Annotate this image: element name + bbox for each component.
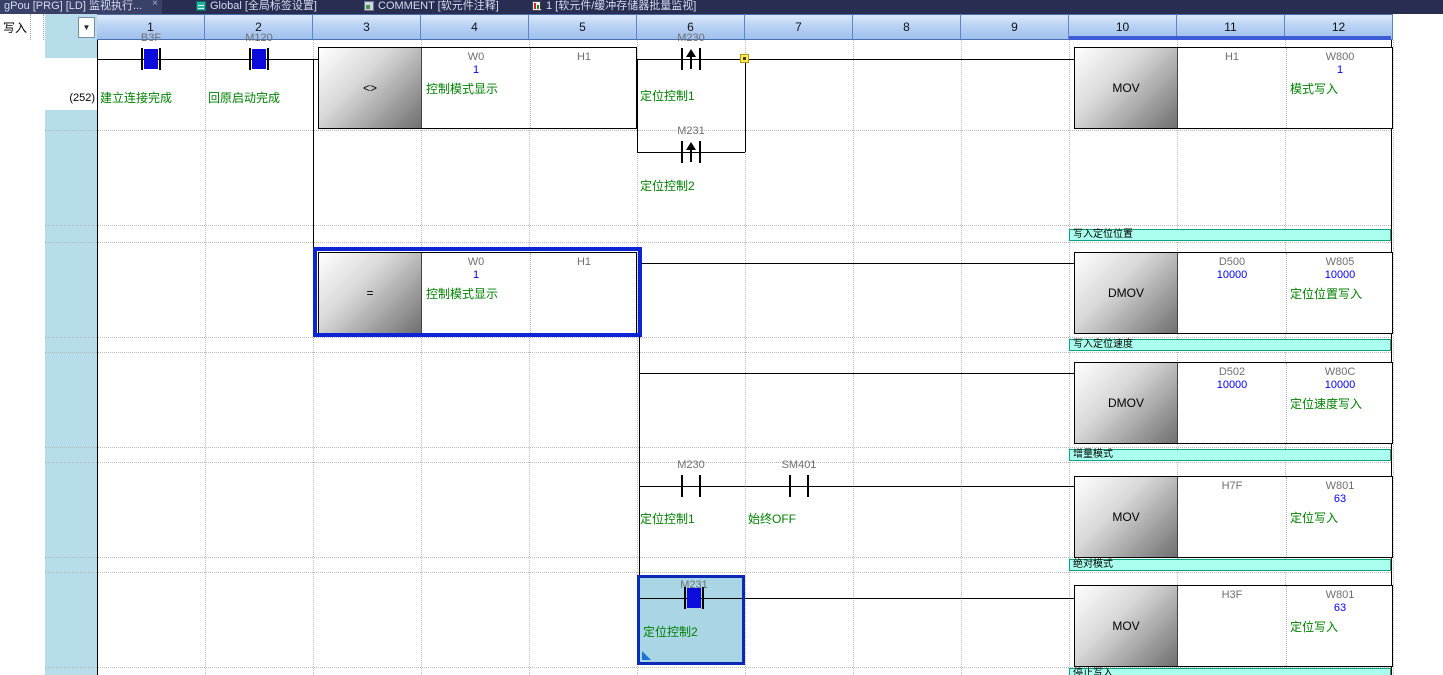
dmov-op: DMOV [1075,363,1178,443]
tab-batch-monitor-text: 1 [软元件/缓冲存储器批量监视] [546,0,696,13]
operand-device: H3F [1222,589,1243,601]
device-comment: 定位控制2 [643,623,698,640]
mov-absolute-block[interactable]: MOV H3F W801 63 定位写入 [1074,585,1393,667]
device-comment: 回原启动完成 [208,89,280,106]
mov-op: MOV [1075,48,1178,128]
clipped-statement-band [1069,36,1391,40]
operand-comment: 定位写入 [1290,509,1338,526]
contact-sm401-open[interactable] [789,475,809,497]
tab-comment-text: COMMENT [软元件注释] [378,0,499,13]
contact-m230-open[interactable] [681,475,701,497]
device-comment-icon [364,1,374,11]
device-comment: 始终OFF [748,510,796,527]
column-header-4: 4 [421,14,529,40]
device-label: M231 [677,125,705,137]
global-label-icon [196,1,206,11]
contact-m231-pulse[interactable] [681,141,701,163]
column-header-7: 7 [745,14,853,40]
cell-corner-marker [642,651,651,660]
device-label: M230 [677,459,705,471]
operand-value: 1 [473,64,479,76]
operand-device: W805 [1326,256,1355,268]
selection-outline [313,247,642,337]
ladder-editor-window: gPou [PRG] [LD] 监视执行... × Global [全局标签设置… [0,0,1443,675]
operand-device: W0 [468,51,485,63]
contact-m231-on[interactable] [684,587,704,609]
contact-m120-on[interactable] [249,48,269,70]
compare-op: <> [319,48,422,128]
device-label: B3F [141,32,161,44]
dmov-op: DMOV [1075,253,1178,333]
statement-band-write-position[interactable]: 写入定位位置 [1069,229,1391,241]
left-power-rail [97,40,98,675]
operand-device: D500 [1219,256,1245,268]
statement-band-incremental[interactable]: 增量模式 [1069,449,1391,461]
operand-comment: 定位位置写入 [1290,285,1362,302]
device-label: SM401 [782,459,817,471]
mov-op: MOV [1075,586,1178,666]
device-comment: 定位控制1 [640,87,695,104]
branch-junction-marker [740,54,749,63]
operand-comment: 定位速度写入 [1290,395,1362,412]
mov-mode-write-block[interactable]: MOV H1 W800 1 模式写入 [1074,47,1393,129]
statement-band-write-speed[interactable]: 写入定位速度 [1069,339,1391,351]
operand-value: 10000 [1217,269,1248,281]
column-header-9: 9 [961,14,1069,40]
column-header-8: 8 [853,14,961,40]
header-separator [43,14,44,40]
dmov-speed-block[interactable]: DMOV D502 10000 W80C 10000 定位速度写入 [1074,362,1393,444]
column-header-5: 5 [529,14,637,40]
contact-m230-pulse[interactable] [681,48,701,70]
operand-device: W800 [1326,51,1355,63]
gutter-header-cell: ▼ [45,14,97,40]
statement-band-stop-write[interactable]: 停止写入 [1069,668,1391,675]
operand-device: H1 [577,51,591,63]
device-comment: 建立连接完成 [100,89,172,106]
mov-incremental-block[interactable]: MOV H7F W801 63 定位写入 [1074,476,1393,558]
tab-comment[interactable]: COMMENT [软元件注释] [364,0,499,14]
operand-value: 10000 [1325,269,1356,281]
device-comment: 定位控制1 [640,510,695,527]
operand-device: W801 [1326,589,1355,601]
rung-step-number: (252) [43,92,95,104]
operand-value: 63 [1334,602,1346,614]
operand-value: 10000 [1325,379,1356,391]
tab-global-label[interactable]: Global [全局标签设置] [196,0,317,14]
edit-mode-label: 写入 [3,19,27,36]
tab-program-pou[interactable]: gPou [PRG] [LD] 监视执行... × [0,0,162,14]
device-label: M120 [245,32,273,44]
device-label: M230 [677,32,705,44]
column-header-3: 3 [313,14,421,40]
statement-band-absolute[interactable]: 绝对模式 [1069,559,1391,571]
operand-device: W801 [1326,480,1355,492]
operand-device: H7F [1222,480,1243,492]
right-power-rail [1391,40,1392,675]
operand-comment: 定位写入 [1290,618,1338,635]
chevron-down-icon[interactable]: ▼ [78,17,95,38]
operand-device: W80C [1325,366,1356,378]
header-separator [30,14,31,40]
device-comment: 定位控制2 [640,177,695,194]
dmov-position-block[interactable]: DMOV D500 10000 W805 10000 定位位置写入 [1074,252,1393,334]
compare-not-equal-block[interactable]: <> W0 1 控制模式显示 H1 [318,47,637,129]
operand-value: 63 [1334,493,1346,505]
tab-program-pou-label: gPou [PRG] [LD] 监视执行... [4,0,142,13]
operand-device: D502 [1219,366,1245,378]
rung-number-gutter [45,40,97,675]
operand-comment: 模式写入 [1290,80,1338,97]
tab-global-label-text: Global [全局标签设置] [210,0,317,13]
operand-comment: 控制模式显示 [426,80,498,97]
document-tabbar: gPou [PRG] [LD] 监视执行... × Global [全局标签设置… [0,0,1443,15]
contact-b3f-on[interactable] [141,48,161,70]
operand-value: 1 [1337,64,1343,76]
tab-batch-monitor[interactable]: 1 [软元件/缓冲存储器批量监视] [532,0,696,14]
operand-value: 10000 [1217,379,1248,391]
mov-op: MOV [1075,477,1178,557]
batch-monitor-icon [532,1,542,11]
operand-device: H1 [1225,51,1239,63]
selected-cell-m231[interactable]: M231 定位控制2 [637,575,745,665]
close-icon[interactable]: × [152,0,158,9]
